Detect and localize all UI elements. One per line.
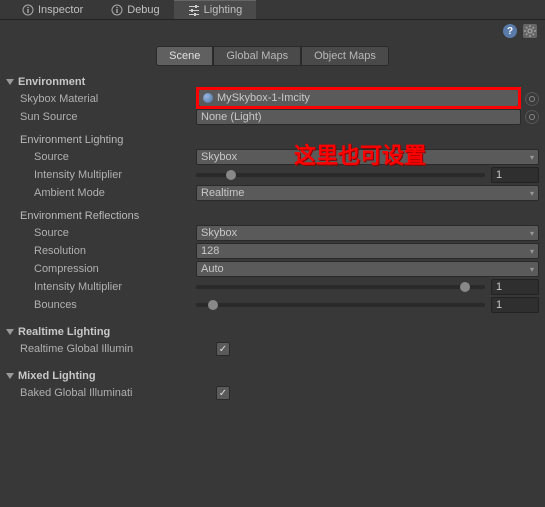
baked-gi-row: Baked Global Illuminati ✓ xyxy=(6,384,539,402)
subtab-scene[interactable]: Scene xyxy=(156,46,213,66)
subtab-global-maps[interactable]: Global Maps xyxy=(213,46,301,66)
dropdown-value: Skybox xyxy=(201,151,237,163)
info-icon xyxy=(22,4,34,16)
sun-source-value: None (Light) xyxy=(201,111,262,123)
subtabs: Scene Global Maps Object Maps xyxy=(0,42,545,74)
lighting-intensity-value[interactable]: 1 xyxy=(491,167,539,183)
refl-bounces-label: Bounces xyxy=(6,299,196,311)
refl-compression-label: Compression xyxy=(6,263,196,275)
refl-resolution-dropdown[interactable]: 128 ▾ xyxy=(196,243,539,259)
skybox-material-field[interactable]: MySkybox-1-Imcity xyxy=(199,90,518,106)
sun-source-field[interactable]: None (Light) xyxy=(196,109,521,125)
slider-thumb[interactable] xyxy=(208,300,218,310)
chevron-down-icon: ▾ xyxy=(530,189,534,198)
ambient-mode-dropdown[interactable]: Realtime ▾ xyxy=(196,185,539,201)
refl-source-row: Source Skybox ▾ xyxy=(6,224,539,242)
chevron-down-icon: ▾ xyxy=(530,153,534,162)
sliders-icon xyxy=(188,4,200,16)
skybox-material-label: Skybox Material xyxy=(6,93,196,105)
refl-source-dropdown[interactable]: Skybox ▾ xyxy=(196,225,539,241)
tab-label: Debug xyxy=(127,4,159,16)
lighting-source-label: Source xyxy=(6,151,196,163)
lighting-intensity-label: Intensity Multiplier xyxy=(6,169,196,181)
slider-thumb[interactable] xyxy=(226,170,236,180)
annotation-text: 这里也可设置 xyxy=(294,138,426,170)
tab-label: Lighting xyxy=(204,4,243,16)
refl-intensity-slider[interactable] xyxy=(196,285,485,289)
header-row: ? xyxy=(0,20,545,42)
env-lighting-header: Environment Lighting xyxy=(6,134,539,146)
tab-debug[interactable]: Debug xyxy=(97,1,173,19)
section-label: Realtime Lighting xyxy=(18,326,110,338)
checkmark-icon: ✓ xyxy=(219,344,227,355)
skybox-value: MySkybox-1-Imcity xyxy=(217,92,310,104)
realtime-lighting-header[interactable]: Realtime Lighting xyxy=(6,324,539,340)
gear-icon[interactable] xyxy=(523,24,537,38)
tab-label: Inspector xyxy=(38,4,83,16)
env-reflections-header: Environment Reflections xyxy=(6,210,539,222)
dropdown-value: Auto xyxy=(201,263,224,275)
refl-intensity-label: Intensity Multiplier xyxy=(6,281,196,293)
refl-bounces-slider[interactable] xyxy=(196,303,485,307)
dropdown-value: Skybox xyxy=(201,227,237,239)
chevron-down-icon: ▾ xyxy=(530,265,534,274)
chevron-down-icon: ▾ xyxy=(530,229,534,238)
refl-source-label: Source xyxy=(6,227,196,239)
mixed-lighting-header[interactable]: Mixed Lighting xyxy=(6,368,539,384)
lighting-intensity-row: Intensity Multiplier 1 xyxy=(6,166,539,184)
sun-source-row: Sun Source None (Light) xyxy=(6,108,539,126)
content: Environment Skybox Material MySkybox-1-I… xyxy=(0,74,545,402)
refl-compression-row: Compression Auto ▾ xyxy=(6,260,539,278)
slider-thumb[interactable] xyxy=(460,282,470,292)
ambient-mode-label: Ambient Mode xyxy=(6,187,196,199)
realtime-gi-checkbox[interactable]: ✓ xyxy=(216,342,230,356)
skybox-material-row: Skybox Material MySkybox-1-Imcity xyxy=(6,90,539,108)
object-picker-icon[interactable] xyxy=(525,110,539,124)
refl-resolution-row: Resolution 128 ▾ xyxy=(6,242,539,260)
refl-compression-dropdown[interactable]: Auto ▾ xyxy=(196,261,539,277)
checkmark-icon: ✓ xyxy=(219,388,227,399)
lighting-source-row: Source Skybox ▾ xyxy=(6,148,539,166)
info-icon xyxy=(111,4,123,16)
top-tabs: Inspector Debug Lighting xyxy=(0,0,545,20)
tab-lighting[interactable]: Lighting xyxy=(174,0,257,19)
refl-resolution-label: Resolution xyxy=(6,245,196,257)
refl-intensity-row: Intensity Multiplier 1 xyxy=(6,278,539,296)
refl-bounces-value[interactable]: 1 xyxy=(491,297,539,313)
help-icon[interactable]: ? xyxy=(503,24,517,38)
material-icon xyxy=(203,93,213,103)
chevron-down-icon: ▾ xyxy=(530,247,534,256)
skybox-highlight: MySkybox-1-Imcity xyxy=(196,87,521,109)
ambient-mode-row: Ambient Mode Realtime ▾ xyxy=(6,184,539,202)
baked-gi-checkbox[interactable]: ✓ xyxy=(216,386,230,400)
refl-intensity-value[interactable]: 1 xyxy=(491,279,539,295)
object-picker-icon[interactable] xyxy=(525,92,539,106)
foldout-icon xyxy=(6,329,14,335)
subtab-object-maps[interactable]: Object Maps xyxy=(301,46,389,66)
lighting-intensity-slider[interactable] xyxy=(196,173,485,177)
section-label: Environment xyxy=(18,76,85,88)
sun-source-label: Sun Source xyxy=(6,111,196,123)
foldout-icon xyxy=(6,79,14,85)
refl-bounces-row: Bounces 1 xyxy=(6,296,539,314)
foldout-icon xyxy=(6,373,14,379)
dropdown-value: 128 xyxy=(201,245,219,257)
baked-gi-label: Baked Global Illuminati xyxy=(6,387,216,399)
realtime-gi-row: Realtime Global Illumin ✓ xyxy=(6,340,539,358)
tab-inspector[interactable]: Inspector xyxy=(8,1,97,19)
realtime-gi-label: Realtime Global Illumin xyxy=(6,343,216,355)
dropdown-value: Realtime xyxy=(201,187,244,199)
section-label: Mixed Lighting xyxy=(18,370,96,382)
